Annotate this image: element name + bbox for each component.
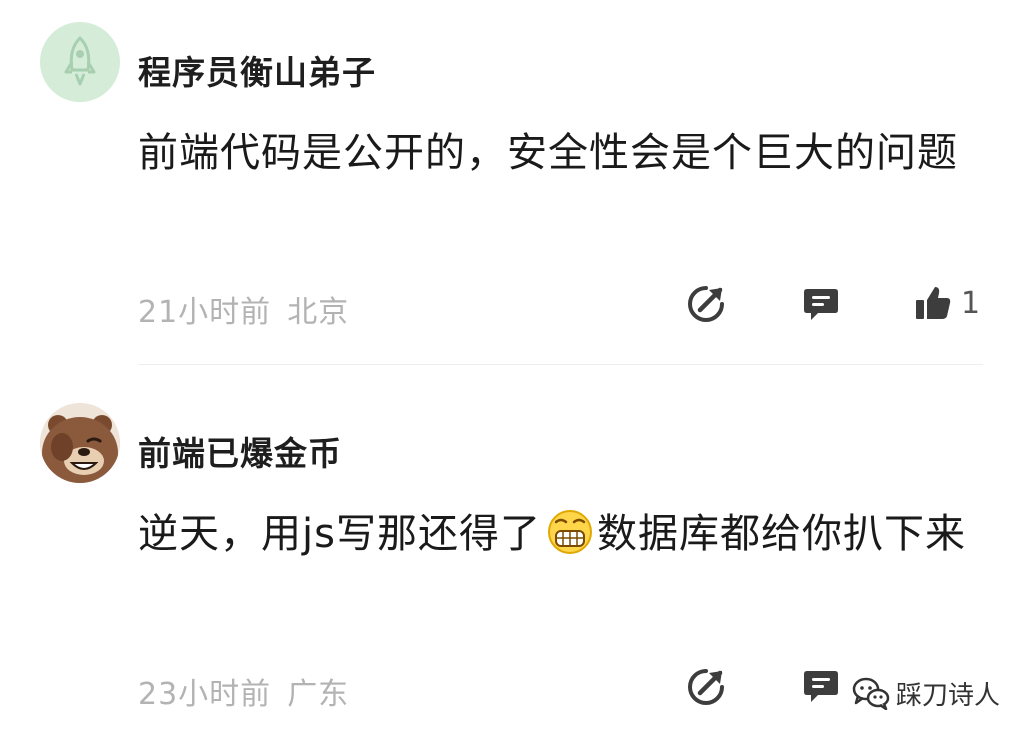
comment-meta: 23小时前 广东 bbox=[138, 669, 349, 713]
bear-avatar bbox=[40, 403, 120, 483]
username[interactable]: 前端已爆金币 bbox=[138, 427, 342, 475]
rocket-icon bbox=[64, 36, 96, 86]
wechat-icon bbox=[852, 677, 890, 710]
comment-item: 程序员衡山弟子 前端代码是公开的，安全性会是个巨大的问题 21小时前 北京 1 bbox=[0, 0, 1031, 365]
comment-location: 广东 bbox=[287, 677, 350, 712]
avatar[interactable] bbox=[40, 403, 120, 483]
comment-location: 北京 bbox=[287, 295, 350, 330]
username[interactable]: 程序员衡山弟子 bbox=[138, 46, 376, 94]
watermark: 踩刀诗人 bbox=[852, 673, 1022, 713]
reply-icon bbox=[804, 289, 838, 320]
like-count: 1 bbox=[961, 286, 981, 321]
share-button[interactable] bbox=[686, 284, 726, 324]
divider bbox=[138, 364, 983, 365]
comment-text: 逆天，用js写那还得了 数据库都给你扒下来 bbox=[138, 503, 988, 565]
reply-button[interactable] bbox=[801, 666, 841, 706]
share-button[interactable] bbox=[686, 667, 726, 707]
avatar[interactable] bbox=[40, 22, 120, 102]
like-button[interactable]: 1 bbox=[913, 283, 985, 323]
share-icon bbox=[688, 286, 724, 322]
reply-button[interactable] bbox=[801, 284, 841, 324]
comment-text-part: 逆天，用js写那还得了 bbox=[138, 511, 541, 557]
share-icon bbox=[688, 669, 724, 705]
comment-time: 23小时前 bbox=[138, 677, 272, 712]
watermark-text: 踩刀诗人 bbox=[896, 681, 1001, 711]
thumbs-up-icon bbox=[916, 287, 951, 319]
comment-text-part: 数据库都给你扒下来 bbox=[596, 511, 966, 557]
comment-meta: 21小时前 北京 bbox=[138, 287, 349, 331]
comment-text: 前端代码是公开的，安全性会是个巨大的问题 bbox=[138, 130, 958, 176]
grin-emoji bbox=[547, 510, 592, 554]
reply-icon bbox=[804, 671, 838, 702]
comment-time: 21小时前 bbox=[138, 295, 272, 330]
